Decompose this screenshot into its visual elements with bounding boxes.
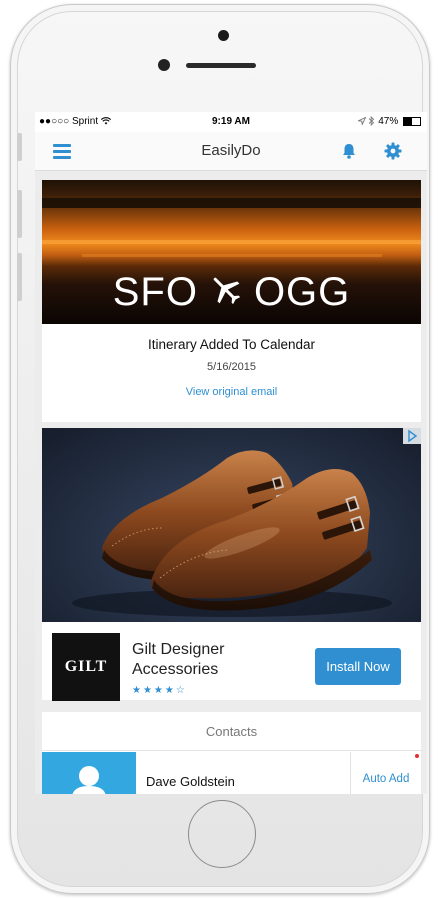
view-original-email-link[interactable]: View original email <box>42 386 421 398</box>
vertical-divider <box>350 752 351 794</box>
auto-add-button[interactable]: Auto Add <box>360 773 412 785</box>
contact-avatar <box>42 752 136 794</box>
sunset-lake-photo: SFO OGG <box>42 180 421 324</box>
volume-up-button <box>17 190 22 238</box>
home-button[interactable] <box>188 800 256 868</box>
adchoices-badge[interactable] <box>403 428 421 444</box>
leather-shoes-photo <box>42 428 421 622</box>
app-screen: ●●○○○ Sprint 9:19 AM 47% EasilyDo SFO OG… <box>35 112 427 794</box>
settings-gear-icon[interactable] <box>383 141 403 161</box>
install-now-button[interactable]: Install Now <box>315 648 401 685</box>
person-icon <box>72 766 106 794</box>
bluetooth-icon <box>369 116 375 127</box>
shoes-illustration <box>72 450 392 617</box>
front-camera <box>158 59 170 71</box>
destination-airport: OGG <box>253 270 351 314</box>
status-right: 47% <box>356 116 421 127</box>
itinerary-date: 5/16/2015 <box>207 361 256 373</box>
location-icon <box>356 116 367 127</box>
contacts-card: Contacts Dave Goldstein Auto Add <box>42 712 421 794</box>
app-title: EasilyDo <box>201 142 261 159</box>
flight-route: SFO OGG <box>42 270 421 315</box>
itinerary-title: Itinerary Added To Calendar <box>147 337 316 352</box>
origin-airport: SFO <box>112 270 198 314</box>
battery-icon <box>403 116 421 126</box>
gilt-logo: GILT <box>52 633 120 701</box>
itinerary-card[interactable]: SFO OGG Itinerary Added To Calendar 5/16… <box>42 180 421 422</box>
notifications-bell-icon[interactable] <box>340 142 358 160</box>
volume-down-button <box>17 253 22 301</box>
airplane-icon <box>213 278 241 305</box>
ad-title: Gilt Designer Accessories <box>132 641 225 678</box>
battery-percent: 47% <box>378 116 399 127</box>
unread-indicator-dot <box>415 754 419 758</box>
earpiece-speaker <box>186 63 256 68</box>
sponsored-ad-card[interactable]: GILT Gilt Designer Accessories ★★★★☆ Ins… <box>42 428 421 701</box>
contact-name: Dave Goldstein <box>146 774 235 789</box>
divider <box>42 750 421 751</box>
mute-switch <box>17 133 22 161</box>
adchoices-icon <box>408 429 418 443</box>
nav-bar: EasilyDo <box>35 132 427 171</box>
contacts-heading: Contacts <box>205 724 258 739</box>
camera-dot <box>218 30 229 41</box>
status-bar: ●●○○○ Sprint 9:19 AM 47% <box>35 112 427 132</box>
rating-stars: ★★★★☆ <box>132 685 187 696</box>
